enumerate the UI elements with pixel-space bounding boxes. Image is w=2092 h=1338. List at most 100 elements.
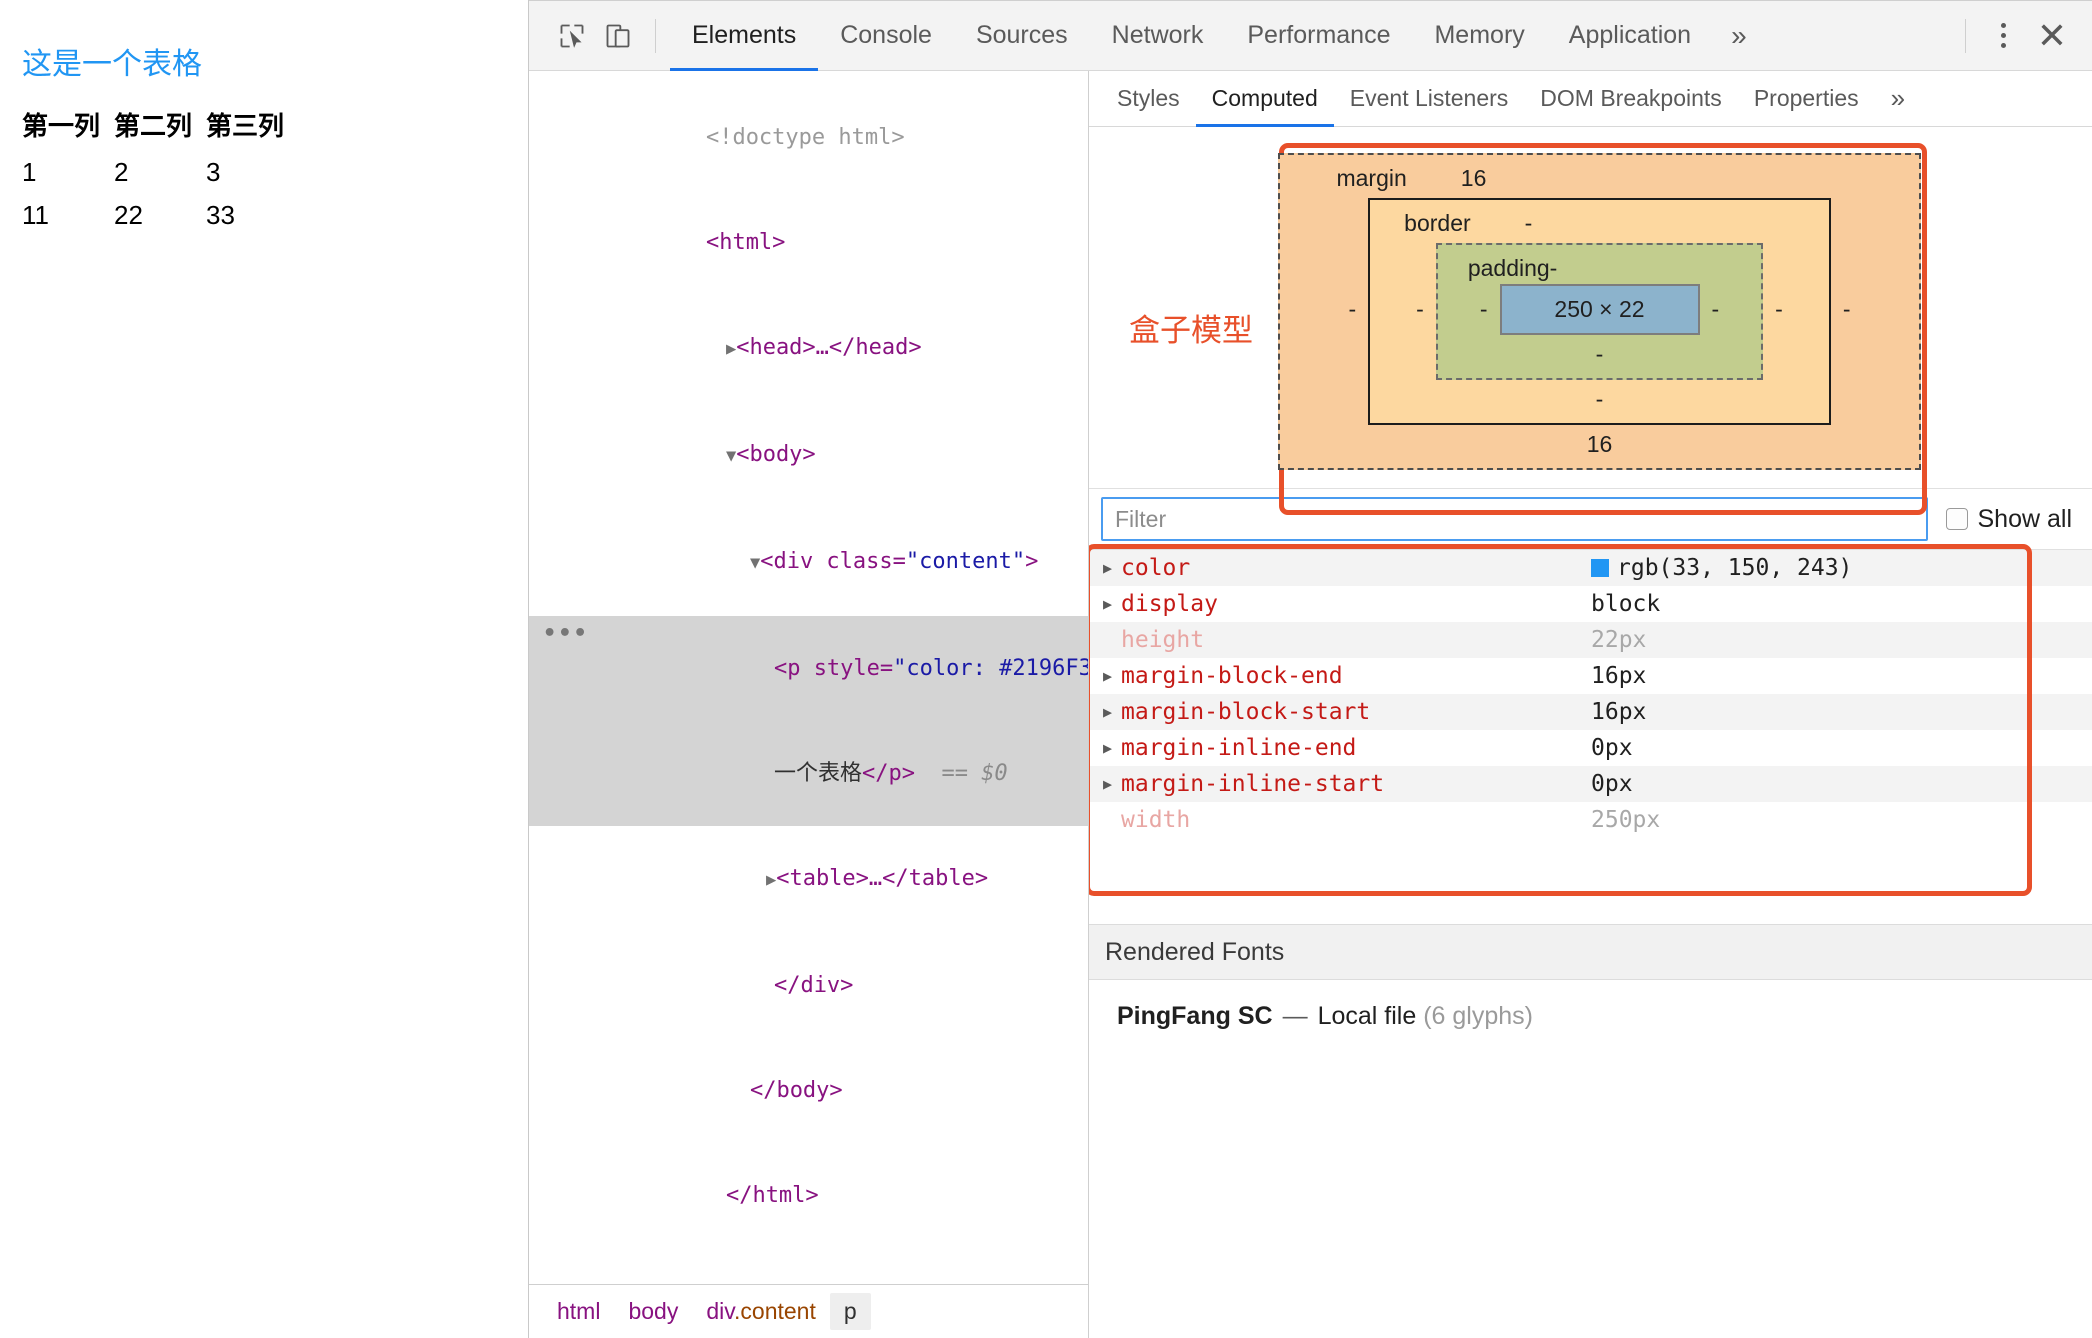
rendered-fonts-header[interactable]: Rendered Fonts (1089, 924, 2092, 980)
collapse-arrow-icon[interactable]: ▼ (750, 553, 760, 573)
html-tag: <html> (705, 230, 786, 255)
dom-tree[interactable]: <!doctype html> <html> ▶<head>…</head> ▼… (529, 71, 1088, 1284)
property-value: rgb(33, 150, 243) (1617, 555, 1853, 581)
show-all-checkbox[interactable] (1945, 508, 1968, 530)
box-model-border[interactable]: border - - padding- - 250 × 22 - - - - (1368, 198, 1831, 425)
tab-event-listeners[interactable]: Event Listeners (1334, 71, 1525, 127)
property-row-margin-inline-end[interactable]: ▶ margin-inline-end 0px (1089, 730, 2092, 766)
property-row-color[interactable]: ▶ color rgb(33, 150, 243) (1089, 550, 2092, 586)
margin-top-value[interactable]: 16 (1461, 165, 1487, 192)
property-name: margin-block-end (1121, 663, 1343, 689)
table-header-cell: 第三列 (206, 110, 285, 141)
tab-sources[interactable]: Sources (954, 1, 1090, 71)
breadcrumb-item-body[interactable]: body (614, 1293, 692, 1330)
dom-line-html-close[interactable]: </html> (529, 1143, 1088, 1248)
div-class-value: "content" (905, 549, 1026, 574)
expand-arrow-icon[interactable]: ▶ (1103, 739, 1121, 757)
border-top-value[interactable]: - (1525, 210, 1533, 237)
node-badge-icon[interactable]: ••• (543, 616, 589, 651)
margin-bottom-value[interactable]: 16 (1336, 431, 1862, 458)
show-all-control[interactable]: Show all (1928, 505, 2083, 534)
tab-application[interactable]: Application (1547, 1, 1713, 71)
property-row-margin-block-start[interactable]: ▶ margin-block-start 16px (1089, 694, 2092, 730)
device-toggle-icon[interactable] (595, 13, 641, 59)
property-row-height[interactable]: ▶ height 22px (1089, 622, 2092, 658)
padding-right-value[interactable]: - (1700, 296, 1732, 323)
dom-line-body-open[interactable]: ▼<body> (529, 402, 1088, 509)
head-tag: <head>…</head> (736, 335, 922, 360)
devtools-panel: Elements Console Sources Network Perform… (529, 0, 2092, 1338)
margin-left-value[interactable]: - (1336, 296, 1368, 323)
inspect-cursor-icon[interactable] (549, 13, 595, 59)
breadcrumb-item-div[interactable]: div.content (692, 1293, 830, 1330)
tab-network[interactable]: Network (1090, 1, 1226, 71)
tab-properties[interactable]: Properties (1738, 71, 1875, 127)
breadcrumb-item-html[interactable]: html (543, 1293, 614, 1330)
dom-line-html-open[interactable]: <html> (529, 190, 1088, 295)
selected-node-marker (915, 761, 942, 786)
tab-computed[interactable]: Computed (1196, 71, 1334, 127)
dom-line-p-selected-cont[interactable]: 一个表格</p> == $0 (529, 721, 1088, 826)
border-left-value[interactable]: - (1404, 296, 1436, 323)
dom-line-div-close[interactable]: </div> (529, 933, 1088, 1038)
expand-arrow-icon[interactable]: ▶ (766, 870, 776, 890)
expand-arrow-icon[interactable]: ▶ (1103, 595, 1121, 613)
expand-arrow-icon[interactable]: ▶ (1103, 667, 1121, 685)
dom-line-div-open[interactable]: ▼<div class="content"> (529, 509, 1088, 616)
expand-arrow-icon[interactable]: ▶ (1103, 703, 1121, 721)
tab-performance[interactable]: Performance (1225, 1, 1412, 71)
tab-memory[interactable]: Memory (1412, 1, 1546, 71)
tab-elements[interactable]: Elements (670, 1, 818, 71)
property-row-margin-inline-start[interactable]: ▶ margin-inline-start 0px (1089, 766, 2092, 802)
expand-arrow-icon[interactable]: ▶ (1103, 775, 1121, 793)
expand-arrow-icon[interactable]: ▶ (1103, 559, 1121, 577)
property-name: margin-block-start (1121, 699, 1371, 725)
border-bottom-value[interactable]: - (1404, 386, 1795, 413)
breadcrumb-item-p[interactable]: p (829, 1293, 871, 1330)
padding-bottom-value[interactable]: - (1468, 341, 1731, 368)
property-name: margin-inline-start (1121, 771, 1385, 797)
dom-line-p-selected[interactable]: •••<p style="color: #2196F3;">这是 (529, 616, 1088, 721)
box-model-padding[interactable]: padding- - 250 × 22 - - (1435, 243, 1764, 380)
more-sidebar-tabs-chevron-icon[interactable]: » (1875, 71, 1921, 127)
box-model-diagram[interactable]: margin 16 - border - - padding- - 250 × … (1278, 153, 1921, 470)
html-closing-tag: </html> (725, 1183, 819, 1208)
tab-dom-breakpoints[interactable]: DOM Breakpoints (1524, 71, 1738, 127)
property-row-width[interactable]: ▶ width 250px (1089, 802, 2092, 838)
padding-left-value[interactable]: - (1468, 296, 1500, 323)
margin-label-row: margin 16 (1336, 165, 1862, 194)
dom-line-body-close[interactable]: </body> (529, 1038, 1088, 1143)
color-swatch[interactable] (1591, 559, 1609, 577)
padding-middle-row: - 250 × 22 - (1468, 284, 1731, 335)
div-closing-tag: </div> (773, 973, 854, 998)
tab-console[interactable]: Console (818, 1, 954, 71)
box-model-margin[interactable]: margin 16 - border - - padding- - 250 × … (1278, 153, 1921, 470)
rendered-fonts-body: PingFang SC — Local file (6 glyphs) (1089, 980, 2092, 1031)
div-tag-close: > (1025, 549, 1039, 574)
property-name: margin-inline-end (1121, 735, 1357, 761)
property-value: 22px (1591, 627, 1647, 653)
table-row: 11 22 33 (22, 194, 298, 237)
box-model-content[interactable]: 250 × 22 (1499, 284, 1700, 335)
table-cell: 22 (114, 199, 143, 230)
table-header-cell: 第一列 (22, 110, 101, 141)
dom-line-doctype[interactable]: <!doctype html> (529, 85, 1088, 190)
more-options-icon[interactable] (1980, 13, 2026, 59)
tab-styles[interactable]: Styles (1101, 71, 1196, 127)
property-row-margin-block-end[interactable]: ▶ margin-block-end 16px (1089, 658, 2092, 694)
dom-line-head[interactable]: ▶<head>…</head> (529, 295, 1088, 402)
body-tag: <body> (736, 442, 816, 467)
dom-tree-pane: <!doctype html> <html> ▶<head>…</head> ▼… (529, 71, 1089, 1338)
margin-right-value[interactable]: - (1831, 296, 1863, 323)
property-row-display[interactable]: ▶ display block (1089, 586, 2092, 622)
expand-arrow-icon[interactable]: ▶ (726, 339, 736, 359)
property-value: 0px (1591, 771, 1633, 797)
property-value: 16px (1591, 699, 1647, 725)
dom-line-table[interactable]: ▶<table>…</table> (529, 826, 1088, 933)
filter-input[interactable] (1101, 497, 1928, 541)
font-name: PingFang SC (1117, 1002, 1273, 1030)
close-icon[interactable]: ✕ (2026, 10, 2078, 62)
collapse-arrow-icon[interactable]: ▼ (726, 446, 736, 466)
border-right-value[interactable]: - (1763, 296, 1795, 323)
more-tabs-chevron-icon[interactable]: » (1713, 1, 1765, 71)
